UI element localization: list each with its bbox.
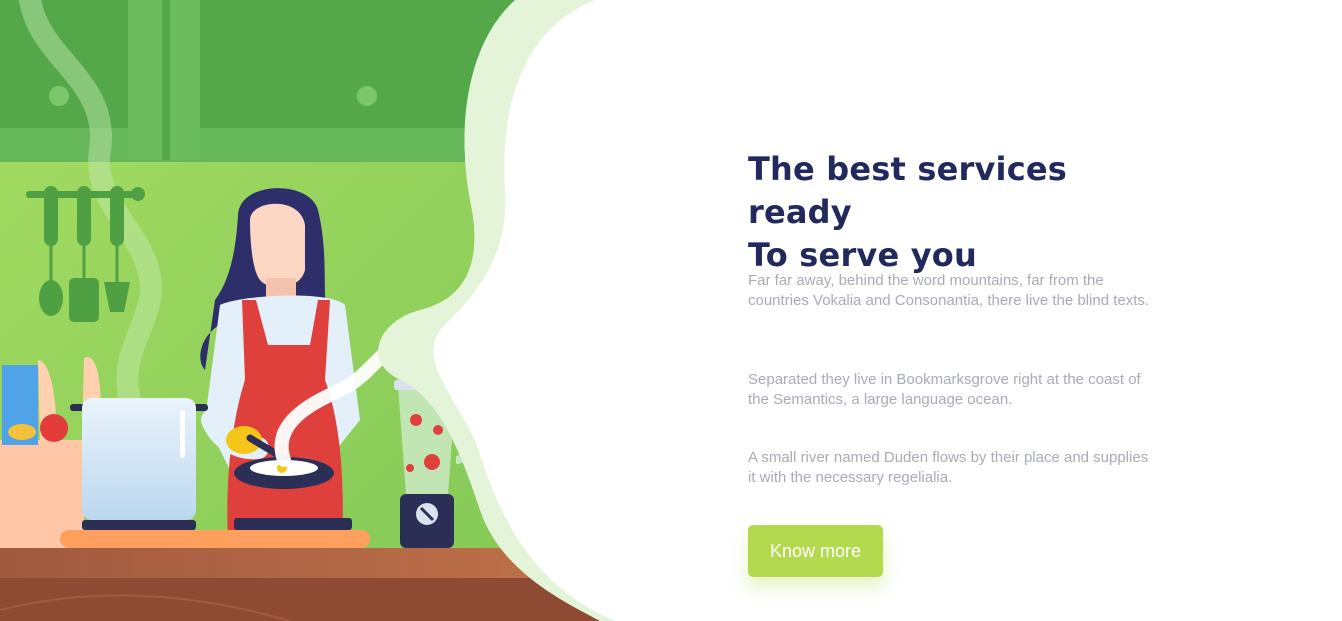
kitchen-illustration xyxy=(0,0,615,621)
know-more-button[interactable]: Know more xyxy=(748,525,883,577)
hero-title-line-1: The best services ready xyxy=(748,150,1068,231)
hero-paragraph-1: Far far away, behind the word mountains,… xyxy=(748,272,1150,309)
hero-paragraph-3: A small river named Duden flows by their… xyxy=(748,449,1149,486)
hero-title: The best services ready To serve you xyxy=(748,148,1168,277)
hero-content: The best services ready To serve you Far… xyxy=(748,148,1168,577)
hero-paragraph-2: Separated they live in Bookmarksgrove ri… xyxy=(748,371,1141,408)
